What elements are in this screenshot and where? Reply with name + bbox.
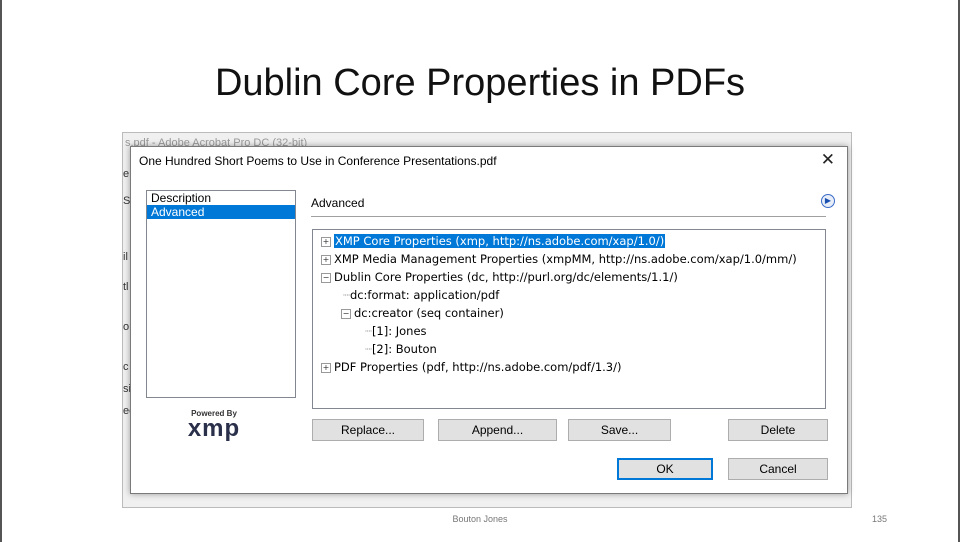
tree-node-label: [2]: Bouton xyxy=(371,342,437,356)
tree-node[interactable]: − Dublin Core Properties (dc, http://purl… xyxy=(321,268,678,286)
tree-node[interactable]: ┈[1]: Jones xyxy=(365,322,427,340)
background-side-text: e xyxy=(123,168,130,180)
xmp-property-tree[interactable]: + XMP Core Properties (xmp, http://ns.ado… xyxy=(312,229,826,409)
background-side-text: c xyxy=(123,361,129,373)
section-divider xyxy=(311,216,826,217)
save-button[interactable]: Save... xyxy=(568,419,671,441)
cancel-button[interactable]: Cancel xyxy=(728,458,828,480)
tree-node[interactable]: + XMP Media Management Properties (xmpMM,… xyxy=(321,250,797,268)
tree-node[interactable]: + XMP Core Properties (xmp, http://ns.ado… xyxy=(321,232,666,250)
delete-button[interactable]: Delete xyxy=(728,419,828,441)
tree-connector: ┈ xyxy=(343,288,350,302)
xmp-logo: Powered By xmp xyxy=(169,409,259,442)
tree-node-label: XMP Media Management Properties (xmpMM, … xyxy=(334,252,797,266)
tree-node-label: dc:creator (seq container) xyxy=(354,306,504,320)
background-side-text: il xyxy=(123,251,128,263)
slide-title: Dublin Core Properties in PDFs xyxy=(214,62,746,104)
expand-icon[interactable]: + xyxy=(321,362,331,373)
close-icon[interactable]: ✕ xyxy=(821,150,835,170)
collapse-icon[interactable]: − xyxy=(321,272,331,283)
tree-node-label: Dublin Core Properties (dc, http://purl.… xyxy=(334,270,678,284)
nav-item-advanced[interactable]: Advanced xyxy=(147,205,295,219)
logo-brand: xmp xyxy=(187,415,241,442)
background-side-text: o xyxy=(123,321,130,333)
category-list: Description Advanced xyxy=(146,190,296,398)
dialog-title: One Hundred Short Poems to Use in Confer… xyxy=(139,154,497,168)
tree-node-label: dc:format: application/pdf xyxy=(349,288,500,302)
tree-connector: ┈ xyxy=(365,324,372,338)
nav-item-description[interactable]: Description xyxy=(147,191,295,205)
expand-icon[interactable]: + xyxy=(321,236,331,247)
slide-page-number: 135 xyxy=(872,514,888,524)
tree-node-label: [1]: Jones xyxy=(371,324,427,338)
slide-footer-author: Bouton Jones xyxy=(452,514,508,524)
tree-node[interactable]: ┈[2]: Bouton xyxy=(365,340,437,358)
expand-icon[interactable]: + xyxy=(321,254,331,265)
tree-node-label: XMP Core Properties (xmp, http://ns.adob… xyxy=(334,234,666,248)
tree-connector: ┈ xyxy=(365,342,372,356)
tree-node[interactable]: ┈dc:format: application/pdf xyxy=(343,286,499,304)
append-button[interactable]: Append... xyxy=(438,419,557,441)
play-circle-icon[interactable]: ▶ xyxy=(821,194,835,208)
tree-node-label: PDF Properties (pdf, http://ns.adobe.com… xyxy=(334,360,622,374)
section-heading: Advanced xyxy=(311,196,365,210)
tree-node[interactable]: − dc:creator (seq container) xyxy=(341,304,504,322)
ok-button[interactable]: OK xyxy=(617,458,713,480)
collapse-icon[interactable]: − xyxy=(341,308,351,319)
tree-node[interactable]: + PDF Properties (pdf, http://ns.adobe.co… xyxy=(321,358,621,376)
document-properties-dialog: One Hundred Short Poems to Use in Confer… xyxy=(130,146,848,494)
background-side-text: tl xyxy=(123,281,129,293)
replace-button[interactable]: Replace... xyxy=(312,419,424,441)
